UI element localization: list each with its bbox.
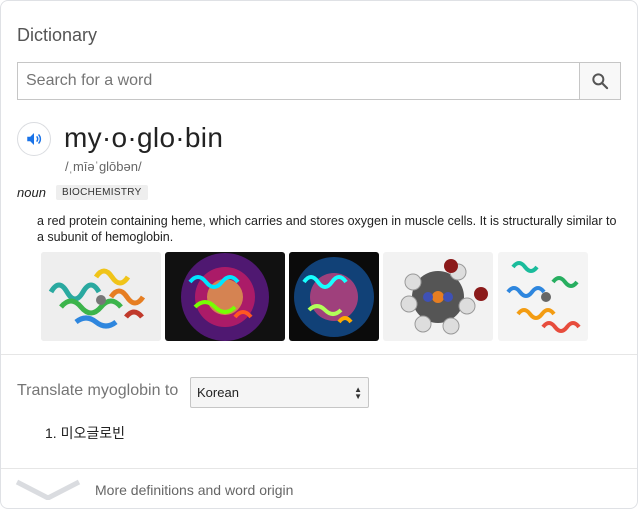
- search-input[interactable]: [18, 63, 579, 99]
- myoglobin-ribbon-image-3[interactable]: [289, 252, 379, 341]
- translation-text: 미오글로빈: [60, 425, 125, 441]
- expand-button[interactable]: [15, 478, 81, 505]
- footer-divider: [1, 468, 637, 469]
- translation-result: 1. 미오글로빈: [45, 423, 125, 443]
- panel-title: Dictionary: [17, 25, 98, 45]
- domain-badge: BIOCHEMISTRY: [56, 185, 148, 200]
- language-select[interactable]: Korean ▲ ▼: [190, 377, 369, 408]
- search-box: [17, 62, 621, 100]
- headword: my·o·glo·bin: [64, 122, 224, 153]
- section-divider: [1, 354, 637, 355]
- part-of-speech: noun: [17, 185, 46, 200]
- phonetic-spelling: /ˌmīəˈɡlōbən/: [65, 159, 142, 174]
- more-definitions-link[interactable]: More definitions and word origin: [95, 482, 293, 498]
- myoglobin-ribbon-image-5[interactable]: [498, 252, 588, 341]
- search-icon: [592, 73, 609, 90]
- heme-spacefill-image[interactable]: [383, 252, 493, 341]
- language-select-value: Korean: [197, 385, 239, 400]
- speaker-icon: [27, 133, 42, 145]
- select-arrows-icon: ▲ ▼: [354, 385, 362, 401]
- myoglobin-ribbon-image-2[interactable]: [165, 252, 285, 341]
- chevron-down-icon: [15, 479, 81, 501]
- search-button[interactable]: [579, 63, 620, 99]
- pronunciation-button[interactable]: [17, 122, 51, 156]
- definition-text: a red protein containing heme, which car…: [37, 214, 617, 244]
- myoglobin-ribbon-image-1[interactable]: [41, 252, 161, 341]
- translation-number: 1.: [45, 425, 57, 441]
- translate-label: Translate myoglobin to: [17, 382, 179, 399]
- dictionary-card: Dictionary my·o·glo·bin /ˌmīəˈɡlōbən/ no…: [0, 0, 638, 509]
